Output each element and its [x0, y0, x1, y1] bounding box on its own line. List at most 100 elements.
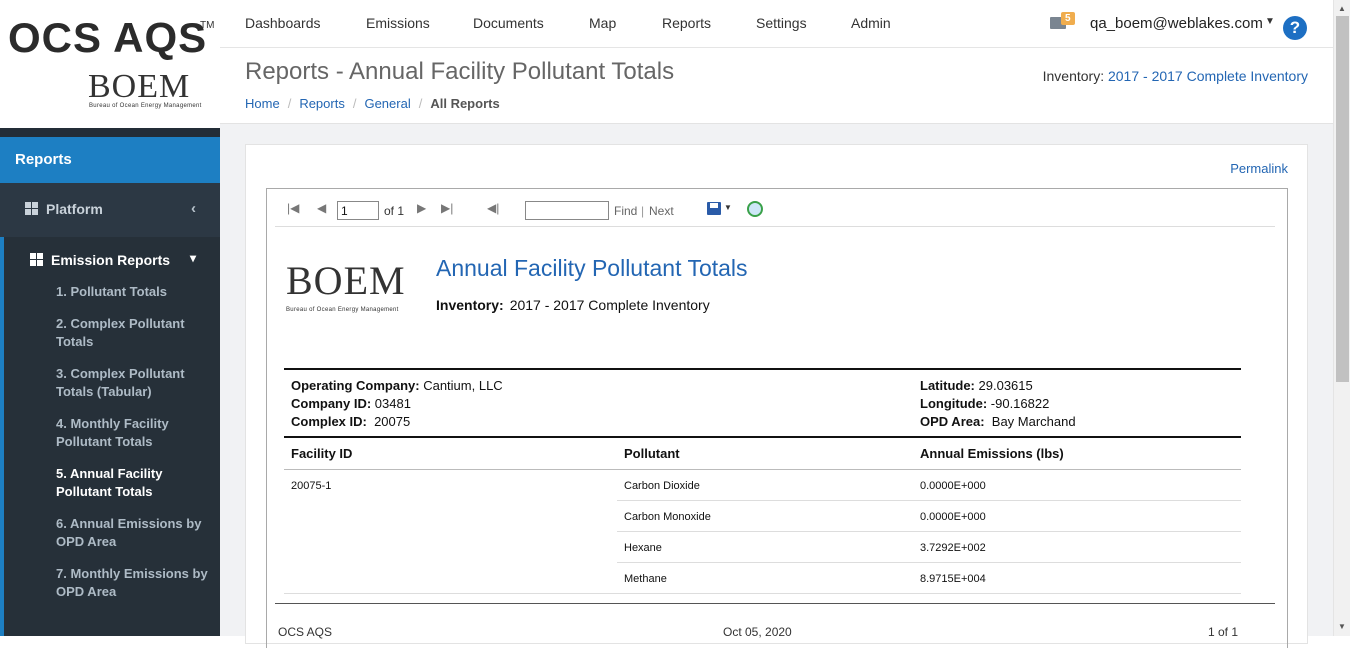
last-page-icon[interactable]: ▶| — [441, 201, 453, 215]
notification-badge: 5 — [1061, 12, 1075, 25]
next-page-icon[interactable]: ▶ — [417, 201, 426, 215]
sidebar-item-emission-reports[interactable]: Emission Reports ▾ — [4, 237, 220, 283]
page-scrollbar[interactable]: ▲ ▼ — [1333, 0, 1350, 636]
sidebar-item-pollutant-totals[interactable]: 1. Pollutant Totals — [56, 283, 210, 301]
report-inventory-value: 2017 - 2017 Complete Inventory — [509, 297, 710, 313]
column-header-pollutant: Pollutant — [624, 446, 680, 461]
emissions-cell: 3.7292E+002 — [920, 542, 986, 554]
emissions-cell: 0.0000E+000 — [920, 511, 986, 523]
app-logo[interactable]: OCS AQS — [8, 14, 207, 62]
sidebar-item-platform[interactable]: Platform ‹ — [0, 183, 220, 237]
scroll-thumb[interactable] — [1336, 16, 1349, 382]
report-boem-logo: BOEM — [286, 258, 406, 303]
boem-logo: BOEM — [88, 68, 191, 105]
scroll-down-icon[interactable]: ▼ — [1338, 622, 1346, 631]
footer-date: Oct 05, 2020 — [723, 625, 792, 639]
pollutant-cell: Hexane — [624, 542, 662, 554]
company-id-label: Company ID: — [291, 396, 372, 411]
column-header-annual-emissions: Annual Emissions (lbs) — [920, 446, 1064, 461]
row-line — [617, 562, 1241, 563]
first-page-icon[interactable]: |◀ — [287, 201, 299, 215]
content-area: Permalink |◀ ◀ of 1 ▶ ▶| ◀| Find | Next … — [220, 124, 1333, 648]
sidebar-item-label: Emission Reports — [51, 252, 171, 268]
footer-divider — [275, 603, 1275, 604]
nav-reports[interactable]: Reports — [662, 15, 711, 31]
refresh-icon[interactable] — [747, 201, 763, 217]
location-info: Latitude: 29.03615 Longitude: -90.16822 … — [920, 377, 1076, 431]
user-menu[interactable]: qa_boem@weblakes.com — [1090, 15, 1263, 32]
sidebar-item-complex-pollutant-totals[interactable]: 2. Complex Pollutant Totals — [56, 315, 210, 351]
top-nav: Dashboards Emissions Documents Map Repor… — [220, 0, 1333, 48]
trademark-mark: TM — [200, 20, 215, 31]
nav-emissions[interactable]: Emissions — [366, 15, 430, 31]
page-title: Reports - Annual Facility Pollutant Tota… — [245, 58, 675, 85]
nav-dashboards[interactable]: Dashboards — [245, 15, 321, 31]
page-number-input[interactable] — [337, 201, 379, 220]
row-line — [617, 531, 1241, 532]
nav-admin[interactable]: Admin — [851, 15, 891, 31]
caret-down-icon[interactable]: ▼ — [1265, 16, 1275, 27]
row-line — [617, 500, 1241, 501]
report-inventory: Inventory: 2017 - 2017 Complete Inventory — [436, 297, 710, 313]
sidebar-section-title[interactable]: Reports — [0, 137, 220, 183]
toolbar-separator: | — [641, 204, 645, 218]
sidebar-item-monthly-emissions-by-opd-area[interactable]: 7. Monthly Emissions by OPD Area — [56, 565, 210, 601]
grid-icon — [25, 202, 38, 215]
report-boem-logo-subtitle: Bureau of Ocean Energy Management — [286, 307, 399, 313]
latitude-value: 29.03615 — [978, 378, 1033, 393]
nav-settings[interactable]: Settings — [756, 15, 807, 31]
operating-company-label: Operating Company: — [291, 378, 420, 393]
header-row-line — [284, 469, 1241, 470]
inventory-label: Inventory: — [1042, 68, 1105, 84]
footer-page: 1 of 1 — [1208, 625, 1239, 639]
longitude-label: Longitude: — [920, 396, 988, 411]
pollutant-cell: Carbon Dioxide — [624, 480, 700, 492]
report-toolbar: |◀ ◀ of 1 ▶ ▶| ◀| Find | Next ▼ — [275, 189, 1275, 227]
column-header-facility-id: Facility ID — [291, 446, 353, 461]
chevron-down-icon: ▾ — [189, 251, 196, 265]
sidebar-item-complex-pollutant-totals-tabular[interactable]: 3. Complex Pollutant Totals (Tabular) — [56, 365, 210, 401]
nav-documents[interactable]: Documents — [473, 15, 544, 31]
facility-id-cell: 20075-1 — [291, 480, 332, 492]
report-panel: Permalink |◀ ◀ of 1 ▶ ▶| ◀| Find | Next … — [245, 144, 1308, 648]
find-link[interactable]: Find — [614, 204, 637, 218]
breadcrumb-reports[interactable]: Reports — [299, 96, 345, 111]
page-count-label: of 1 — [384, 204, 405, 218]
sidebar-item-monthly-facility-pollutant-totals[interactable]: 4. Monthly Facility Pollutant Totals — [56, 415, 210, 451]
pollutant-cell: Methane — [624, 573, 667, 585]
report-body: BOEM Bureau of Ocean Energy Management A… — [267, 227, 1287, 647]
breadcrumb-general[interactable]: General — [364, 96, 410, 111]
permalink-link[interactable]: Permalink — [1230, 161, 1288, 176]
breadcrumb-home[interactable]: Home — [245, 96, 280, 111]
sidebar-item-annual-facility-pollutant-totals[interactable]: 5. Annual Facility Pollutant Totals — [56, 465, 210, 501]
latitude-label: Latitude: — [920, 378, 975, 393]
breadcrumb: Home / Reports / General / All Reports — [245, 96, 500, 111]
previous-page-icon[interactable]: ◀ — [317, 201, 326, 215]
boem-logo-subtitle: Bureau of Ocean Energy Management — [89, 103, 202, 109]
next-link[interactable]: Next — [649, 204, 674, 218]
sidebar-strip — [0, 128, 220, 137]
footer-app-name: OCS AQS — [278, 625, 333, 639]
emission-reports-group: Emission Reports ▾ 1. Pollutant Totals 2… — [0, 237, 220, 636]
sidebar-item-annual-emissions-by-opd-area[interactable]: 6. Annual Emissions by OPD Area — [56, 515, 210, 551]
section-divider — [284, 368, 1241, 370]
chevron-left-icon: ‹ — [191, 200, 196, 217]
inventory-link[interactable]: 2017 - 2017 Complete Inventory — [1108, 68, 1308, 84]
opd-area-label: OPD Area: — [920, 414, 985, 429]
inventory-selector: Inventory: 2017 - 2017 Complete Inventor… — [1043, 68, 1308, 84]
back-to-parent-icon[interactable]: ◀| — [487, 201, 499, 215]
breadcrumb-separator: / — [418, 96, 423, 111]
longitude-value: -90.16822 — [990, 396, 1050, 411]
table-top-divider — [284, 436, 1241, 438]
export-save-icon[interactable] — [707, 202, 721, 215]
find-input[interactable] — [525, 201, 609, 220]
logo-area: OCS AQS TM BOEM Bureau of Ocean Energy M… — [0, 0, 220, 128]
company-info: Operating Company: Cantium, LLC Company … — [291, 377, 503, 431]
scroll-up-icon[interactable]: ▲ — [1338, 4, 1346, 13]
help-icon[interactable]: ? — [1283, 16, 1307, 40]
export-dropdown-icon[interactable]: ▼ — [724, 203, 732, 212]
report-viewer: |◀ ◀ of 1 ▶ ▶| ◀| Find | Next ▼ BOEM Bur… — [266, 188, 1288, 648]
nav-map[interactable]: Map — [589, 15, 616, 31]
emissions-cell: 0.0000E+000 — [920, 480, 986, 492]
grid-icon — [30, 253, 43, 266]
